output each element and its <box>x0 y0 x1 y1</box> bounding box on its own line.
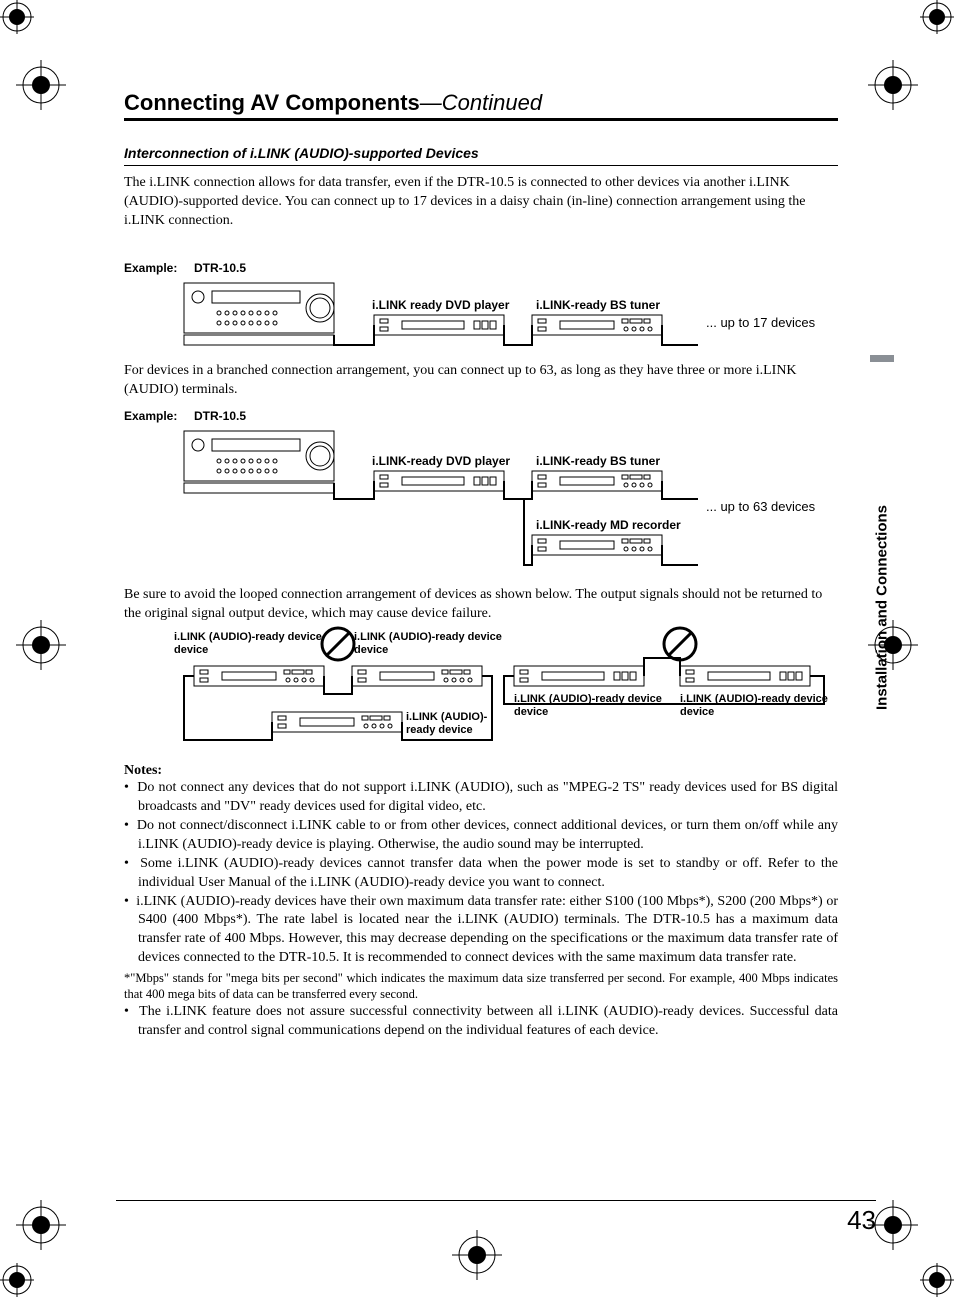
registration-mark <box>16 60 86 130</box>
crop-mark-tr <box>920 0 954 34</box>
intro-paragraph: The i.LINK connection allows for data tr… <box>124 174 838 231</box>
loop-warning-paragraph: Be sure to avoid the looped connection a… <box>124 586 838 624</box>
page-title-main: Connecting AV Components <box>124 90 420 115</box>
note-item: i.LINK (AUDIO)-ready devices have their … <box>124 893 838 969</box>
registration-mark <box>16 620 86 690</box>
footer-rule <box>116 1200 876 1201</box>
title-rule <box>124 118 838 121</box>
registration-mark <box>452 1230 522 1300</box>
notes-list-tail: The i.LINK feature does not assure succe… <box>124 1003 838 1041</box>
example-label: Example: <box>124 261 190 275</box>
upto-label: ... up to 63 devices <box>706 499 816 514</box>
dvd-label: i.LINK ready DVD player <box>372 298 510 312</box>
bs-label: i.LINK-ready BS tuner <box>536 454 660 468</box>
svg-text:device: device <box>354 644 388 656</box>
page-title-continued: —Continued <box>420 90 542 115</box>
svg-text:device: device <box>514 706 548 718</box>
dvd-label: i.LINK-ready DVD player <box>372 454 510 468</box>
loop-label-b: i.LINK (AUDIO)-ready device <box>354 631 502 643</box>
notes-heading: Notes: <box>124 763 838 779</box>
upto-label: ... up to 17 devices <box>706 315 816 330</box>
registration-mark <box>868 60 938 130</box>
example-model: DTR-10.5 <box>194 261 246 275</box>
svg-text:device: device <box>174 644 208 656</box>
example-1-header: Example: DTR-10.5 <box>124 259 838 277</box>
side-tab-label: Installation and Connections <box>870 360 894 710</box>
loop-label-d: i.LINK (AUDIO)-ready device <box>514 693 662 705</box>
registration-mark <box>868 1200 938 1270</box>
example-2-header: Example: DTR-10.5 <box>124 407 838 425</box>
note-item: Some i.LINK (AUDIO)-ready devices cannot… <box>124 855 838 893</box>
diagram-forbidden-loop: i.LINK (AUDIO)-ready device device i.LIN… <box>124 624 838 754</box>
note-item: Do not connect/disconnect i.LINK cable t… <box>124 817 838 855</box>
branched-paragraph: For devices in a branched connection arr… <box>124 362 838 400</box>
crop-mark-tl <box>0 0 34 34</box>
page-title: Connecting AV Components—Continued <box>124 90 838 116</box>
svg-text:device: device <box>680 706 714 718</box>
example-model: DTR-10.5 <box>194 409 246 423</box>
example-label: Example: <box>124 409 190 423</box>
prohibit-icon <box>322 628 354 660</box>
mbps-footnote: *"Mbps" stands for "mega bits per second… <box>124 970 838 1003</box>
loop-label-a: i.LINK (AUDIO)-ready device <box>174 631 322 643</box>
svg-text:ready device: ready device <box>406 724 473 736</box>
document-body: Connecting AV Components—Continued Inter… <box>124 90 838 1040</box>
diagram-branched: i.LINK-ready DVD player i.LINK-ready BS … <box>124 425 838 575</box>
registration-mark <box>16 1200 86 1270</box>
md-label: i.LINK-ready MD recorder <box>536 518 681 532</box>
svg-text:i.LINK (AUDIO)-: i.LINK (AUDIO)- <box>406 711 488 723</box>
section-heading: Interconnection of i.LINK (AUDIO)-suppor… <box>124 145 838 166</box>
loop-label-e: i.LINK (AUDIO)-ready device <box>680 693 828 705</box>
bs-label: i.LINK-ready BS tuner <box>536 298 660 312</box>
prohibit-icon <box>664 628 696 660</box>
notes-list: Do not connect any devices that do not s… <box>124 779 838 968</box>
note-item: Do not connect any devices that do not s… <box>124 779 838 817</box>
note-item: The i.LINK feature does not assure succe… <box>124 1003 838 1041</box>
diagram-daisy-chain: i.LINK ready DVD player i.LINK-ready BS … <box>124 277 838 357</box>
page-number: 43 <box>847 1205 876 1236</box>
